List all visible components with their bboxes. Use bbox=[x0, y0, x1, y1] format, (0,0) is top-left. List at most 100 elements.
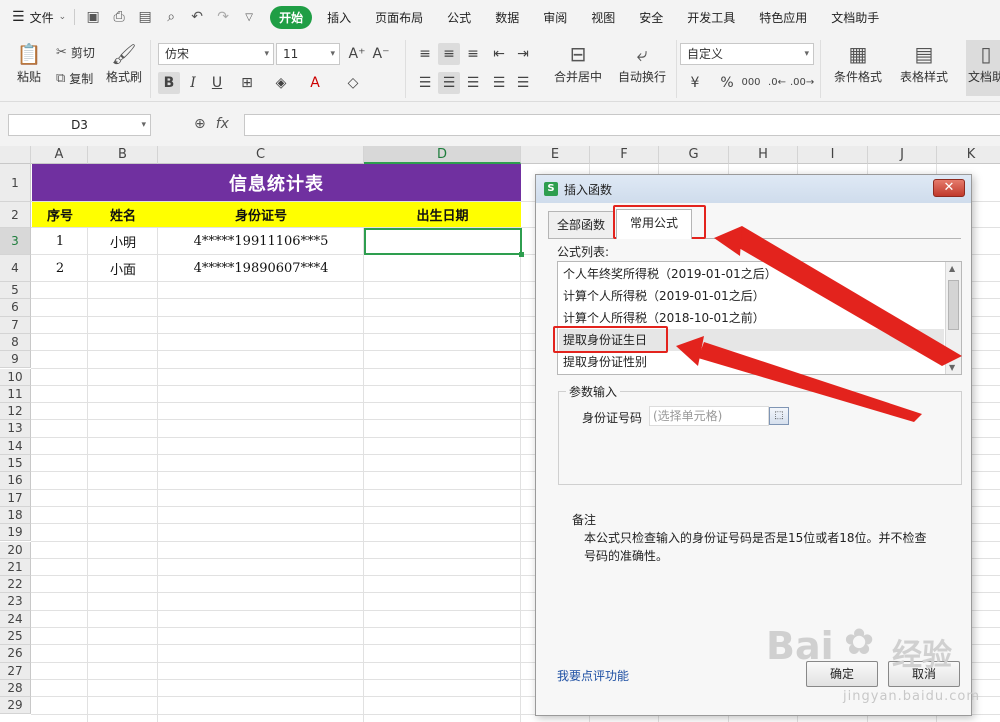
formula-input[interactable] bbox=[244, 114, 1000, 136]
decrease-decimal-icon[interactable]: .00→ bbox=[790, 72, 814, 94]
fx-icon[interactable]: fx bbox=[216, 116, 229, 132]
row-header[interactable]: 3 bbox=[0, 228, 31, 255]
row-header[interactable]: 26 bbox=[0, 645, 31, 663]
column-header[interactable]: K bbox=[937, 146, 1000, 164]
formula-list[interactable]: 个人年终奖所得税（2019-01-01之后） 计算个人所得税（2019-01-0… bbox=[557, 261, 962, 375]
align-middle-icon[interactable]: ≡ bbox=[438, 43, 460, 65]
bold-button[interactable]: B bbox=[158, 72, 180, 94]
distributed-icon[interactable]: ☰ bbox=[512, 72, 534, 94]
align-center-icon[interactable]: ☰ bbox=[438, 72, 460, 94]
column-header[interactable]: F bbox=[590, 146, 659, 164]
header-cell-id[interactable]: 身份证号 bbox=[158, 202, 364, 227]
menu-tab[interactable]: 审阅 bbox=[534, 6, 576, 29]
italic-button[interactable]: I bbox=[182, 72, 204, 94]
column-header[interactable]: B bbox=[88, 146, 158, 164]
paste-button[interactable]: 📋 粘贴 bbox=[10, 40, 48, 85]
row-header[interactable]: 7 bbox=[0, 316, 31, 334]
row-header[interactable]: 22 bbox=[0, 576, 31, 594]
row-header[interactable]: 6 bbox=[0, 299, 31, 317]
fill-color-icon[interactable]: ◈ bbox=[270, 72, 292, 94]
menu-tab[interactable]: 开始 bbox=[270, 5, 313, 29]
row-header[interactable]: 18 bbox=[0, 506, 31, 525]
table-cell[interactable]: 小明 bbox=[88, 228, 158, 255]
column-header[interactable]: E bbox=[521, 146, 590, 164]
menu-tab[interactable]: 特色应用 bbox=[750, 6, 816, 29]
clear-format-icon[interactable]: ◇ bbox=[342, 72, 364, 94]
name-box[interactable]: D3 ▾ bbox=[8, 114, 151, 136]
scroll-up-icon[interactable]: ▲ bbox=[949, 264, 955, 273]
close-icon[interactable]: ✕ bbox=[933, 179, 965, 197]
decrease-font-icon[interactable]: A⁻ bbox=[370, 43, 392, 65]
row-header[interactable]: 1 bbox=[0, 164, 31, 202]
copy-button[interactable]: ⧉ 复制 bbox=[56, 70, 93, 87]
active-cell-d3[interactable] bbox=[364, 228, 524, 257]
table-cell[interactable]: 小面 bbox=[88, 255, 158, 282]
row-header[interactable]: 28 bbox=[0, 679, 31, 698]
select-all-corner[interactable] bbox=[0, 146, 31, 164]
borders-icon[interactable]: ⊞ bbox=[236, 72, 258, 94]
menu-tab[interactable]: 文档助手 bbox=[822, 6, 888, 29]
undo-icon[interactable]: ↶ bbox=[189, 9, 205, 25]
row-header[interactable]: 24 bbox=[0, 610, 31, 628]
row-header[interactable]: 16 bbox=[0, 472, 31, 490]
scroll-down-icon[interactable]: ▼ bbox=[949, 363, 955, 372]
file-menu[interactable]: ☰ 文件 ⌄ bbox=[0, 0, 74, 34]
justify-icon[interactable]: ☰ bbox=[488, 72, 510, 94]
underline-button[interactable]: U bbox=[206, 72, 228, 94]
redo-icon[interactable]: ↷ bbox=[215, 9, 231, 25]
merge-center-button[interactable]: ⊟ 合并居中 bbox=[548, 40, 608, 85]
row-header[interactable]: 20 bbox=[0, 541, 31, 559]
row-header[interactable]: 11 bbox=[0, 385, 31, 404]
thousands-button[interactable]: 000 bbox=[740, 72, 762, 94]
row-header[interactable]: 4 bbox=[0, 255, 31, 282]
row-header[interactable]: 2 bbox=[0, 202, 31, 228]
tab-all-functions[interactable]: 全部函数 bbox=[548, 211, 614, 239]
row-header[interactable]: 13 bbox=[0, 420, 31, 438]
row-header[interactable]: 8 bbox=[0, 333, 31, 352]
row-header[interactable]: 9 bbox=[0, 351, 31, 369]
column-header[interactable]: A bbox=[31, 146, 88, 164]
decrease-indent-icon[interactable]: ⇤ bbox=[488, 43, 510, 65]
row-header[interactable]: 19 bbox=[0, 524, 31, 542]
print-icon[interactable]: ▤ bbox=[137, 9, 153, 25]
list-item[interactable]: 提取身份证性别 bbox=[559, 351, 944, 373]
dialog-title-bar[interactable]: S 插入函数 ✕ bbox=[536, 175, 971, 203]
row-header[interactable]: 10 bbox=[0, 368, 31, 386]
tab-common-formulas[interactable]: 常用公式 bbox=[616, 209, 692, 239]
print-preview-icon[interactable]: ⎙ bbox=[111, 9, 127, 25]
font-size-select[interactable]: 11 ▾ bbox=[276, 43, 340, 65]
list-scrollbar[interactable]: ▲ ▼ bbox=[945, 262, 961, 374]
column-header[interactable]: C bbox=[158, 146, 364, 164]
row-header[interactable]: 17 bbox=[0, 489, 31, 507]
list-item[interactable]: 个人年终奖所得税（2019-01-01之后） bbox=[559, 263, 944, 285]
header-cell-birthdate[interactable]: 出生日期 bbox=[364, 202, 521, 227]
conditional-format-button[interactable]: ▦ 条件格式 bbox=[826, 40, 890, 85]
increase-decimal-icon[interactable]: .0← bbox=[766, 72, 788, 94]
header-cell-name[interactable]: 姓名 bbox=[88, 202, 158, 227]
menu-tab[interactable]: 数据 bbox=[486, 6, 528, 29]
font-color-icon[interactable]: A bbox=[304, 72, 326, 94]
align-bottom-icon[interactable]: ≡ bbox=[462, 43, 484, 65]
table-title[interactable]: 信息统计表 bbox=[32, 164, 521, 201]
cut-button[interactable]: ✂ 剪切 bbox=[56, 44, 95, 61]
doc-assistant-button[interactable]: ▯ 文档助 bbox=[966, 40, 1000, 96]
menu-tab[interactable]: 页面布局 bbox=[366, 6, 432, 29]
save-icon[interactable]: ▣ bbox=[85, 9, 101, 25]
table-cell[interactable]: 4*****19890607***4 bbox=[158, 255, 364, 282]
percent-button[interactable]: % bbox=[716, 72, 738, 94]
row-header[interactable]: 21 bbox=[0, 558, 31, 577]
scroll-thumb[interactable] bbox=[948, 280, 959, 330]
wrap-text-button[interactable]: ⤶ 自动换行 bbox=[612, 40, 672, 85]
header-cell-index[interactable]: 序号 bbox=[32, 202, 88, 227]
zoom-preview-icon[interactable]: ⌕ bbox=[163, 9, 179, 25]
increase-font-icon[interactable]: A⁺ bbox=[346, 43, 368, 65]
column-header[interactable]: D bbox=[364, 146, 521, 164]
param-input[interactable]: (选择单元格) bbox=[649, 406, 769, 426]
menu-tab[interactable]: 公式 bbox=[438, 6, 480, 29]
feedback-link[interactable]: 我要点评功能 bbox=[557, 667, 629, 684]
format-painter-button[interactable]: 🖌 格式刷 bbox=[104, 40, 144, 85]
row-header[interactable]: 14 bbox=[0, 437, 31, 455]
menu-tab[interactable]: 开发工具 bbox=[678, 6, 744, 29]
row-header[interactable]: 25 bbox=[0, 628, 31, 646]
align-right-icon[interactable]: ☰ bbox=[462, 72, 484, 94]
